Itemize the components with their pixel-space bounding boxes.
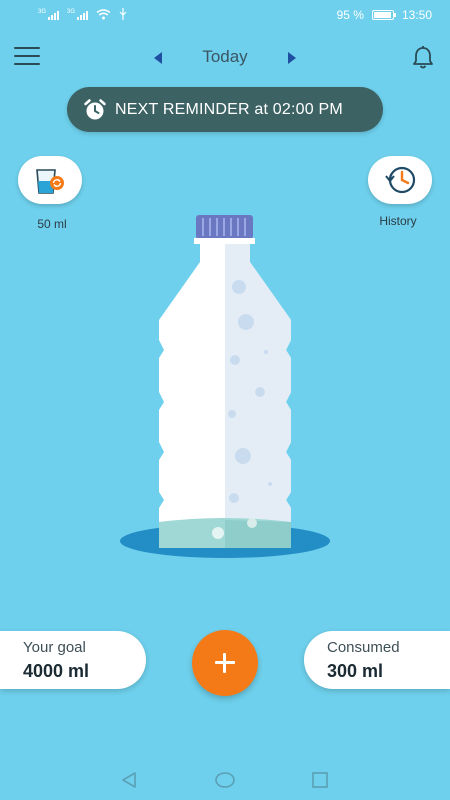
consumed-card[interactable]: Consumed 300 ml <box>304 631 450 689</box>
alarm-clock-icon <box>84 98 106 119</box>
battery-icon <box>371 10 396 20</box>
cup-size-button[interactable] <box>18 156 82 204</box>
recent-apps-icon[interactable] <box>311 771 329 789</box>
previous-day-button[interactable] <box>154 52 162 64</box>
day-label: Today <box>202 47 248 66</box>
home-icon[interactable] <box>214 771 236 789</box>
next-reminder-banner[interactable]: NEXT REMINDER at 02:00 PM <box>67 87 383 132</box>
menu-icon[interactable] <box>14 47 40 67</box>
history-label: History <box>379 214 417 228</box>
water-puddle <box>120 524 330 558</box>
system-navigation-bar <box>0 760 450 800</box>
usb-icon <box>119 8 127 20</box>
signal-icon: 3G <box>38 8 60 20</box>
network-type-label: 3G <box>38 8 47 15</box>
clock-time: 13:50 <box>401 8 432 22</box>
signal-icon-2: 3G <box>67 8 89 20</box>
back-icon[interactable] <box>120 771 138 789</box>
status-bar: 3G 3G 95 % 13:50 <box>0 0 450 30</box>
goal-card[interactable]: Your goal 4000 ml <box>0 631 146 689</box>
top-bar: Today <box>0 38 450 78</box>
bottle-water <box>159 518 291 548</box>
cup-size-label: 50 ml <box>37 217 67 231</box>
battery-percent: 95 % <box>336 8 364 22</box>
history-button[interactable] <box>368 156 432 204</box>
glass-icon <box>36 169 64 194</box>
goal-label: Your goal <box>23 639 86 656</box>
bottle-body <box>159 244 291 548</box>
consumed-value: 300 ml <box>327 661 384 681</box>
wifi-icon <box>96 8 111 19</box>
reminder-text: NEXT REMINDER at 02:00 PM <box>115 100 343 118</box>
goal-value: 4000 ml <box>23 661 90 681</box>
add-water-button[interactable] <box>192 630 258 696</box>
bottle-cap <box>196 215 253 239</box>
network-type-label-2: 3G <box>67 8 76 15</box>
history-clock-icon <box>385 166 416 194</box>
consumed-label: Consumed <box>327 639 400 656</box>
bell-icon[interactable] <box>409 44 437 72</box>
next-day-button[interactable] <box>288 52 296 64</box>
